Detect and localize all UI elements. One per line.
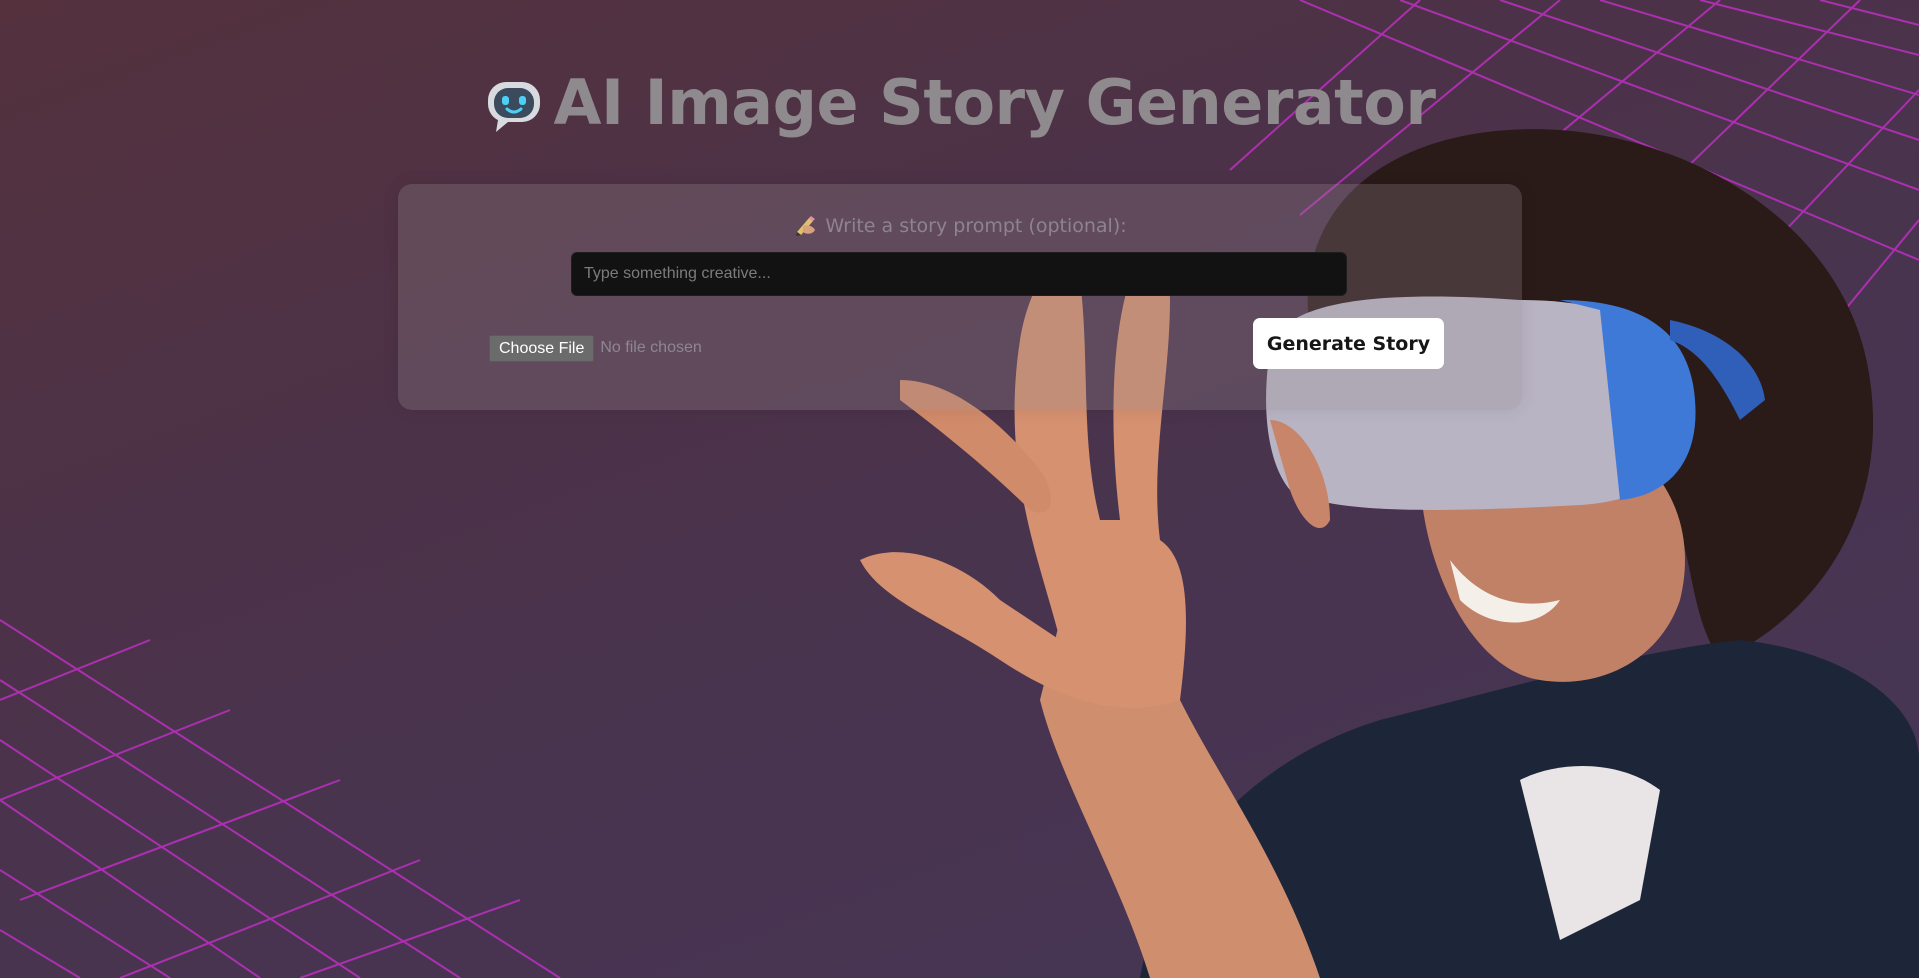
story-form-card: Write a story prompt (optional): Choose … [398, 184, 1522, 410]
generate-story-button[interactable]: Generate Story [1253, 318, 1444, 369]
prompt-label-text: Write a story prompt (optional): [825, 215, 1127, 237]
prompt-label: Write a story prompt (optional): [398, 214, 1522, 241]
choose-file-button[interactable]: Choose File [489, 334, 595, 362]
story-prompt-input[interactable] [571, 252, 1347, 296]
page: AI Image Story Generator Write a story p… [0, 0, 1919, 978]
robot-icon [484, 76, 544, 149]
page-title: AI Image Story Generator [0, 66, 1919, 149]
title-text: AI Image Story Generator [553, 66, 1436, 139]
pencil-hand-icon [793, 214, 819, 241]
file-status-text: No file chosen [600, 339, 702, 356]
file-upload: Choose File No file chosen [489, 334, 702, 362]
